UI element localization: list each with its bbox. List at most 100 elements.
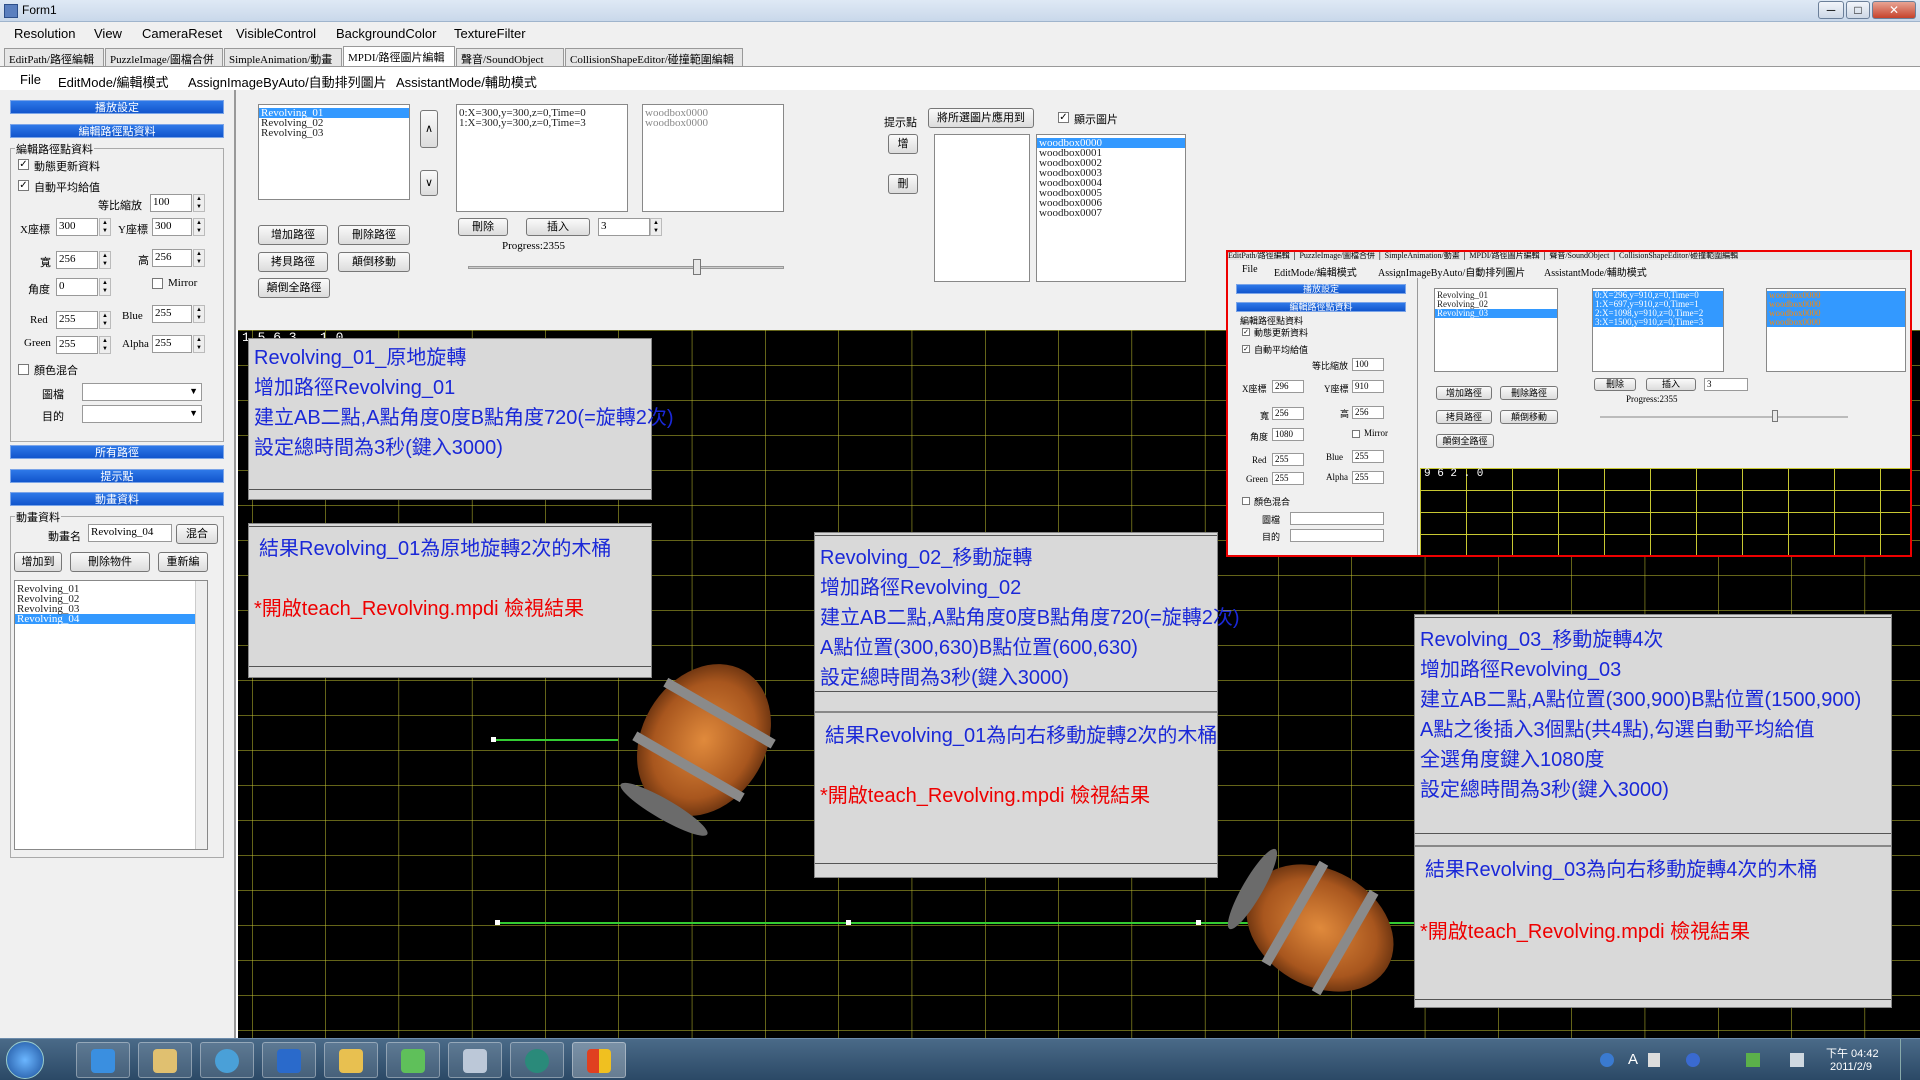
anim-name-input[interactable]: Revolving_04 xyxy=(88,524,172,542)
play-settings-bar[interactable]: 播放設定 xyxy=(10,100,224,114)
color-blend-checkbox[interactable] xyxy=(18,364,29,375)
progress-track[interactable] xyxy=(468,259,784,275)
copy-path-button[interactable]: 拷貝路徑 xyxy=(258,252,328,272)
alpha-input[interactable]: 255 xyxy=(152,335,192,353)
width-input[interactable]: 256 xyxy=(56,251,98,269)
angle-input[interactable]: 0 xyxy=(56,278,98,296)
tab-edit-path[interactable]: EditPath/路徑編輯 xyxy=(4,48,104,66)
show-desktop-button[interactable] xyxy=(1900,1039,1920,1080)
submenu-assistant-mode[interactable]: AssistantMode/輔助模式 xyxy=(396,72,537,91)
list-item[interactable]: Revolving_04 xyxy=(15,614,195,625)
move-down-button[interactable]: ∨ xyxy=(420,170,438,196)
anim-data-bar[interactable]: 動畫資料 xyxy=(10,492,224,506)
hint-list[interactable] xyxy=(934,134,1030,282)
tab-puzzle-image[interactable]: PuzzleImage/圖檔合併 xyxy=(105,48,223,66)
minimize-button[interactable]: ─ xyxy=(1818,1,1844,19)
taskbar-network[interactable] xyxy=(200,1042,254,1078)
tab-mpdi[interactable]: MPDI/路徑圖片編輯 xyxy=(343,46,455,66)
hint-points-bar[interactable]: 提示點 xyxy=(10,469,224,483)
progress-thumb[interactable] xyxy=(692,259,701,275)
scale-input[interactable]: 100 xyxy=(150,194,192,212)
list-item[interactable]: 1:X=300,y=300,z=0,Time=3 xyxy=(457,118,627,129)
x-spinner[interactable]: ▲ ▼ xyxy=(99,218,111,236)
move-up-button[interactable]: ∧ xyxy=(420,110,438,148)
taskbar-messenger[interactable] xyxy=(386,1042,440,1078)
taskbar-app[interactable] xyxy=(510,1042,564,1078)
reverse-move-button[interactable]: 顛倒移動 xyxy=(338,252,410,272)
blue-spinner[interactable]: ▲ ▼ xyxy=(193,305,205,323)
maximize-button[interactable]: □ xyxy=(1846,1,1870,19)
clock-time[interactable]: 下午 04:42 xyxy=(1826,1045,1879,1061)
x-input[interactable]: 300 xyxy=(56,218,98,236)
tab-sound-object[interactable]: 聲音/SoundObject xyxy=(456,48,564,66)
y-spinner[interactable]: ▲ ▼ xyxy=(193,218,205,236)
add-path-button[interactable]: 增加路徑 xyxy=(258,225,328,245)
input-method-icon[interactable] xyxy=(1600,1053,1614,1067)
taskbar-form1[interactable] xyxy=(572,1042,626,1078)
tab-collision-shape[interactable]: CollisionShapeEditor/碰撞範圍編輯 xyxy=(565,48,743,66)
menu-visible-control[interactable]: VisibleControl xyxy=(236,26,316,41)
edit-path-data-bar[interactable]: 編輯路徑點資料 xyxy=(10,124,224,138)
list-scrollbar[interactable] xyxy=(195,581,207,849)
delete-object-button[interactable]: 刪除物件 xyxy=(70,552,150,572)
list-item[interactable]: woodbox0007 xyxy=(1037,208,1185,219)
show-image-checkbox[interactable]: ✓ xyxy=(1058,112,1069,123)
scale-spinner[interactable]: ▲ ▼ xyxy=(193,194,205,212)
y-input[interactable]: 300 xyxy=(152,218,192,236)
taskbar-calculator[interactable] xyxy=(448,1042,502,1078)
taskbar-explorer[interactable] xyxy=(324,1042,378,1078)
menu-resolution[interactable]: Resolution xyxy=(14,26,75,41)
point-images-list[interactable]: woodbox0000 woodbox0000 xyxy=(642,104,784,212)
submenu-assign-image[interactable]: AssignImageByAuto/自動排列圖片 xyxy=(188,72,387,91)
hint-delete-button[interactable]: 刪 xyxy=(888,174,918,194)
woodbox-image-list[interactable]: woodbox0000 woodbox0001 woodbox0002 wood… xyxy=(1036,134,1186,282)
path-point[interactable] xyxy=(491,737,496,742)
height-input[interactable]: 256 xyxy=(152,249,192,267)
reverse-all-paths-button[interactable]: 顛倒全路徑 xyxy=(258,278,330,298)
angle-spinner[interactable]: ▲ ▼ xyxy=(99,278,111,296)
taskbar-folder[interactable] xyxy=(138,1042,192,1078)
green-spinner[interactable]: ▲ ▼ xyxy=(99,336,111,354)
list-item[interactable]: woodbox0000 xyxy=(643,118,783,129)
animation-list[interactable]: Revolving_01 Revolving_02 Revolving_03 R… xyxy=(14,580,208,850)
list-item[interactable]: Revolving_03 xyxy=(259,128,409,139)
red-spinner[interactable]: ▲ ▼ xyxy=(99,311,111,329)
path-points-list[interactable]: 0:X=300,y=300,z=0,Time=0 1:X=300,y=300,z… xyxy=(456,104,628,212)
close-button[interactable]: ✕ xyxy=(1872,1,1916,19)
blend-button[interactable]: 混合 xyxy=(176,524,218,544)
submenu-file[interactable]: File xyxy=(20,72,41,87)
auto-average-checkbox[interactable]: ✓ xyxy=(18,180,29,191)
tab-simple-animation[interactable]: SimpleAnimation/動畫 xyxy=(224,48,342,66)
taskbar-ie[interactable] xyxy=(76,1042,130,1078)
menu-background-color[interactable]: BackgroundColor xyxy=(336,26,436,41)
green-input[interactable]: 255 xyxy=(56,336,98,354)
mirror-checkbox[interactable] xyxy=(152,278,163,289)
reedit-button[interactable]: 重新編 xyxy=(158,552,208,572)
volume-icon[interactable] xyxy=(1790,1053,1804,1067)
all-paths-bar[interactable]: 所有路徑 xyxy=(10,445,224,459)
insert-count-input[interactable]: 3 xyxy=(598,218,650,236)
delete-path-button[interactable]: 刪除路徑 xyxy=(338,225,410,245)
network-icon[interactable] xyxy=(1746,1053,1760,1067)
hint-add-button[interactable]: 增 xyxy=(888,134,918,154)
red-input[interactable]: 255 xyxy=(56,311,98,329)
image-combo[interactable]: ▼ xyxy=(82,383,202,401)
target-combo[interactable]: ▼ xyxy=(82,405,202,423)
insert-count-spinner[interactable]: ▲ ▼ xyxy=(650,218,662,236)
delete-point-button[interactable]: 刪除 xyxy=(458,218,508,236)
start-button[interactable] xyxy=(6,1041,44,1079)
path-point[interactable] xyxy=(1196,920,1201,925)
add-to-button[interactable]: 增加到 xyxy=(14,552,62,572)
menu-view[interactable]: View xyxy=(94,26,122,41)
blue-input[interactable]: 255 xyxy=(152,305,192,323)
taskbar-pen-tool[interactable] xyxy=(262,1042,316,1078)
width-spinner[interactable]: ▲ ▼ xyxy=(99,251,111,269)
alpha-spinner[interactable]: ▲ ▼ xyxy=(193,335,205,353)
path-point[interactable] xyxy=(495,920,500,925)
submenu-edit-mode[interactable]: EditMode/編輯模式 xyxy=(58,72,169,91)
height-spinner[interactable]: ▲ ▼ xyxy=(193,249,205,267)
path-list[interactable]: Revolving_01 Revolving_02 Revolving_03 xyxy=(258,104,410,200)
menu-texture-filter[interactable]: TextureFilter xyxy=(454,26,526,41)
language-indicator[interactable]: A xyxy=(1628,1051,1638,1068)
tray-icon[interactable] xyxy=(1648,1053,1660,1067)
